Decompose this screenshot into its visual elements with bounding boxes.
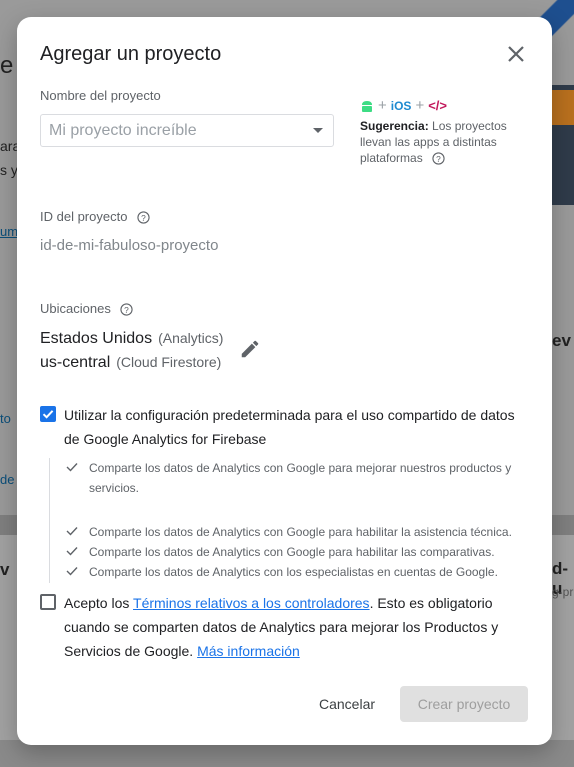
close-icon[interactable]	[504, 42, 528, 66]
edit-pencil-icon[interactable]	[239, 338, 261, 360]
background-text: v	[0, 560, 10, 579]
cancel-button[interactable]: Cancelar	[307, 686, 387, 722]
plus-sign: +	[378, 97, 387, 114]
background-decoration	[549, 90, 574, 125]
hint-bold: Sugerencia:	[360, 119, 429, 133]
help-icon[interactable]: ?	[137, 211, 150, 224]
project-name-input[interactable]	[41, 115, 299, 146]
firestore-location: us-central (Cloud Firestore)	[40, 354, 221, 372]
check-icon	[66, 527, 78, 536]
background-link: de	[0, 472, 15, 487]
terms-checkbox[interactable]	[40, 594, 56, 610]
create-project-button[interactable]: Crear proyecto	[400, 686, 528, 722]
terms-text: Acepto los Términos relativos a los cont…	[64, 591, 524, 663]
background-text: g-pr	[552, 585, 574, 599]
help-icon[interactable]: ?	[432, 152, 445, 165]
sharing-option-text: Comparte los datos de Analytics con Goog…	[89, 461, 512, 495]
svg-text:?: ?	[141, 213, 146, 223]
background-link: to	[0, 411, 11, 426]
project-name-field[interactable]	[40, 114, 334, 147]
help-icon[interactable]: ?	[120, 303, 134, 316]
add-project-dialog: Agregar un proyecto Nombre del proyecto …	[17, 17, 552, 745]
firestore-location-sub: (Cloud Firestore)	[116, 354, 222, 370]
default-sharing-label[interactable]: Utilizar la configuración predeterminada…	[64, 403, 534, 451]
terms-prefix: Acepto los	[64, 595, 134, 611]
more-info-link[interactable]: Más información	[197, 643, 300, 659]
background-text: s y	[0, 162, 18, 178]
sharing-option-text: Comparte los datos de Analytics con Goog…	[89, 525, 512, 539]
analytics-location: Estados Unidos (Analytics)	[40, 330, 223, 348]
check-icon	[66, 463, 78, 472]
background-text: ev	[552, 331, 571, 350]
project-id-label: ID del proyecto ?	[40, 209, 150, 224]
project-id-value[interactable]: id-de-mi-fabuloso-proyecto	[40, 237, 218, 254]
analytics-location-value: Estados Unidos	[40, 330, 153, 347]
checkmark-icon	[42, 410, 54, 419]
locations-label-text: Ubicaciones	[40, 301, 111, 316]
project-name-label: Nombre del proyecto	[40, 88, 161, 103]
background-link: um	[0, 224, 19, 239]
android-icon	[362, 100, 372, 112]
dropdown-arrow-icon[interactable]	[313, 128, 323, 133]
web-code-icon: </>	[428, 98, 447, 113]
dialog-title: Agregar un proyecto	[40, 43, 222, 65]
analytics-location-sub: (Analytics)	[158, 330, 224, 346]
sharing-option-text: Comparte los datos de Analytics con Goog…	[89, 545, 495, 559]
check-icon	[66, 547, 78, 556]
firestore-location-value: us-central	[40, 354, 111, 371]
default-sharing-checkbox[interactable]	[40, 406, 56, 422]
svg-text:?: ?	[125, 305, 130, 315]
terms-link[interactable]: Términos relativos a los controladores	[133, 595, 370, 611]
plus-sign: +	[415, 97, 425, 114]
svg-text:?: ?	[436, 154, 441, 164]
locations-label: Ubicaciones ?	[40, 301, 134, 316]
check-icon	[66, 567, 78, 576]
hint-text: Sugerencia: Los proyectos llevan las app…	[360, 118, 520, 166]
sharing-option-text: Comparte los datos de Analytics con los …	[89, 565, 498, 579]
project-id-label-text: ID del proyecto	[40, 209, 128, 224]
sharing-options-list: Comparte los datos de Analytics con Goog…	[49, 458, 520, 583]
background-text: e	[0, 52, 14, 79]
platforms-row: + iOS + </>	[360, 97, 447, 114]
ios-icon: iOS	[390, 98, 412, 113]
